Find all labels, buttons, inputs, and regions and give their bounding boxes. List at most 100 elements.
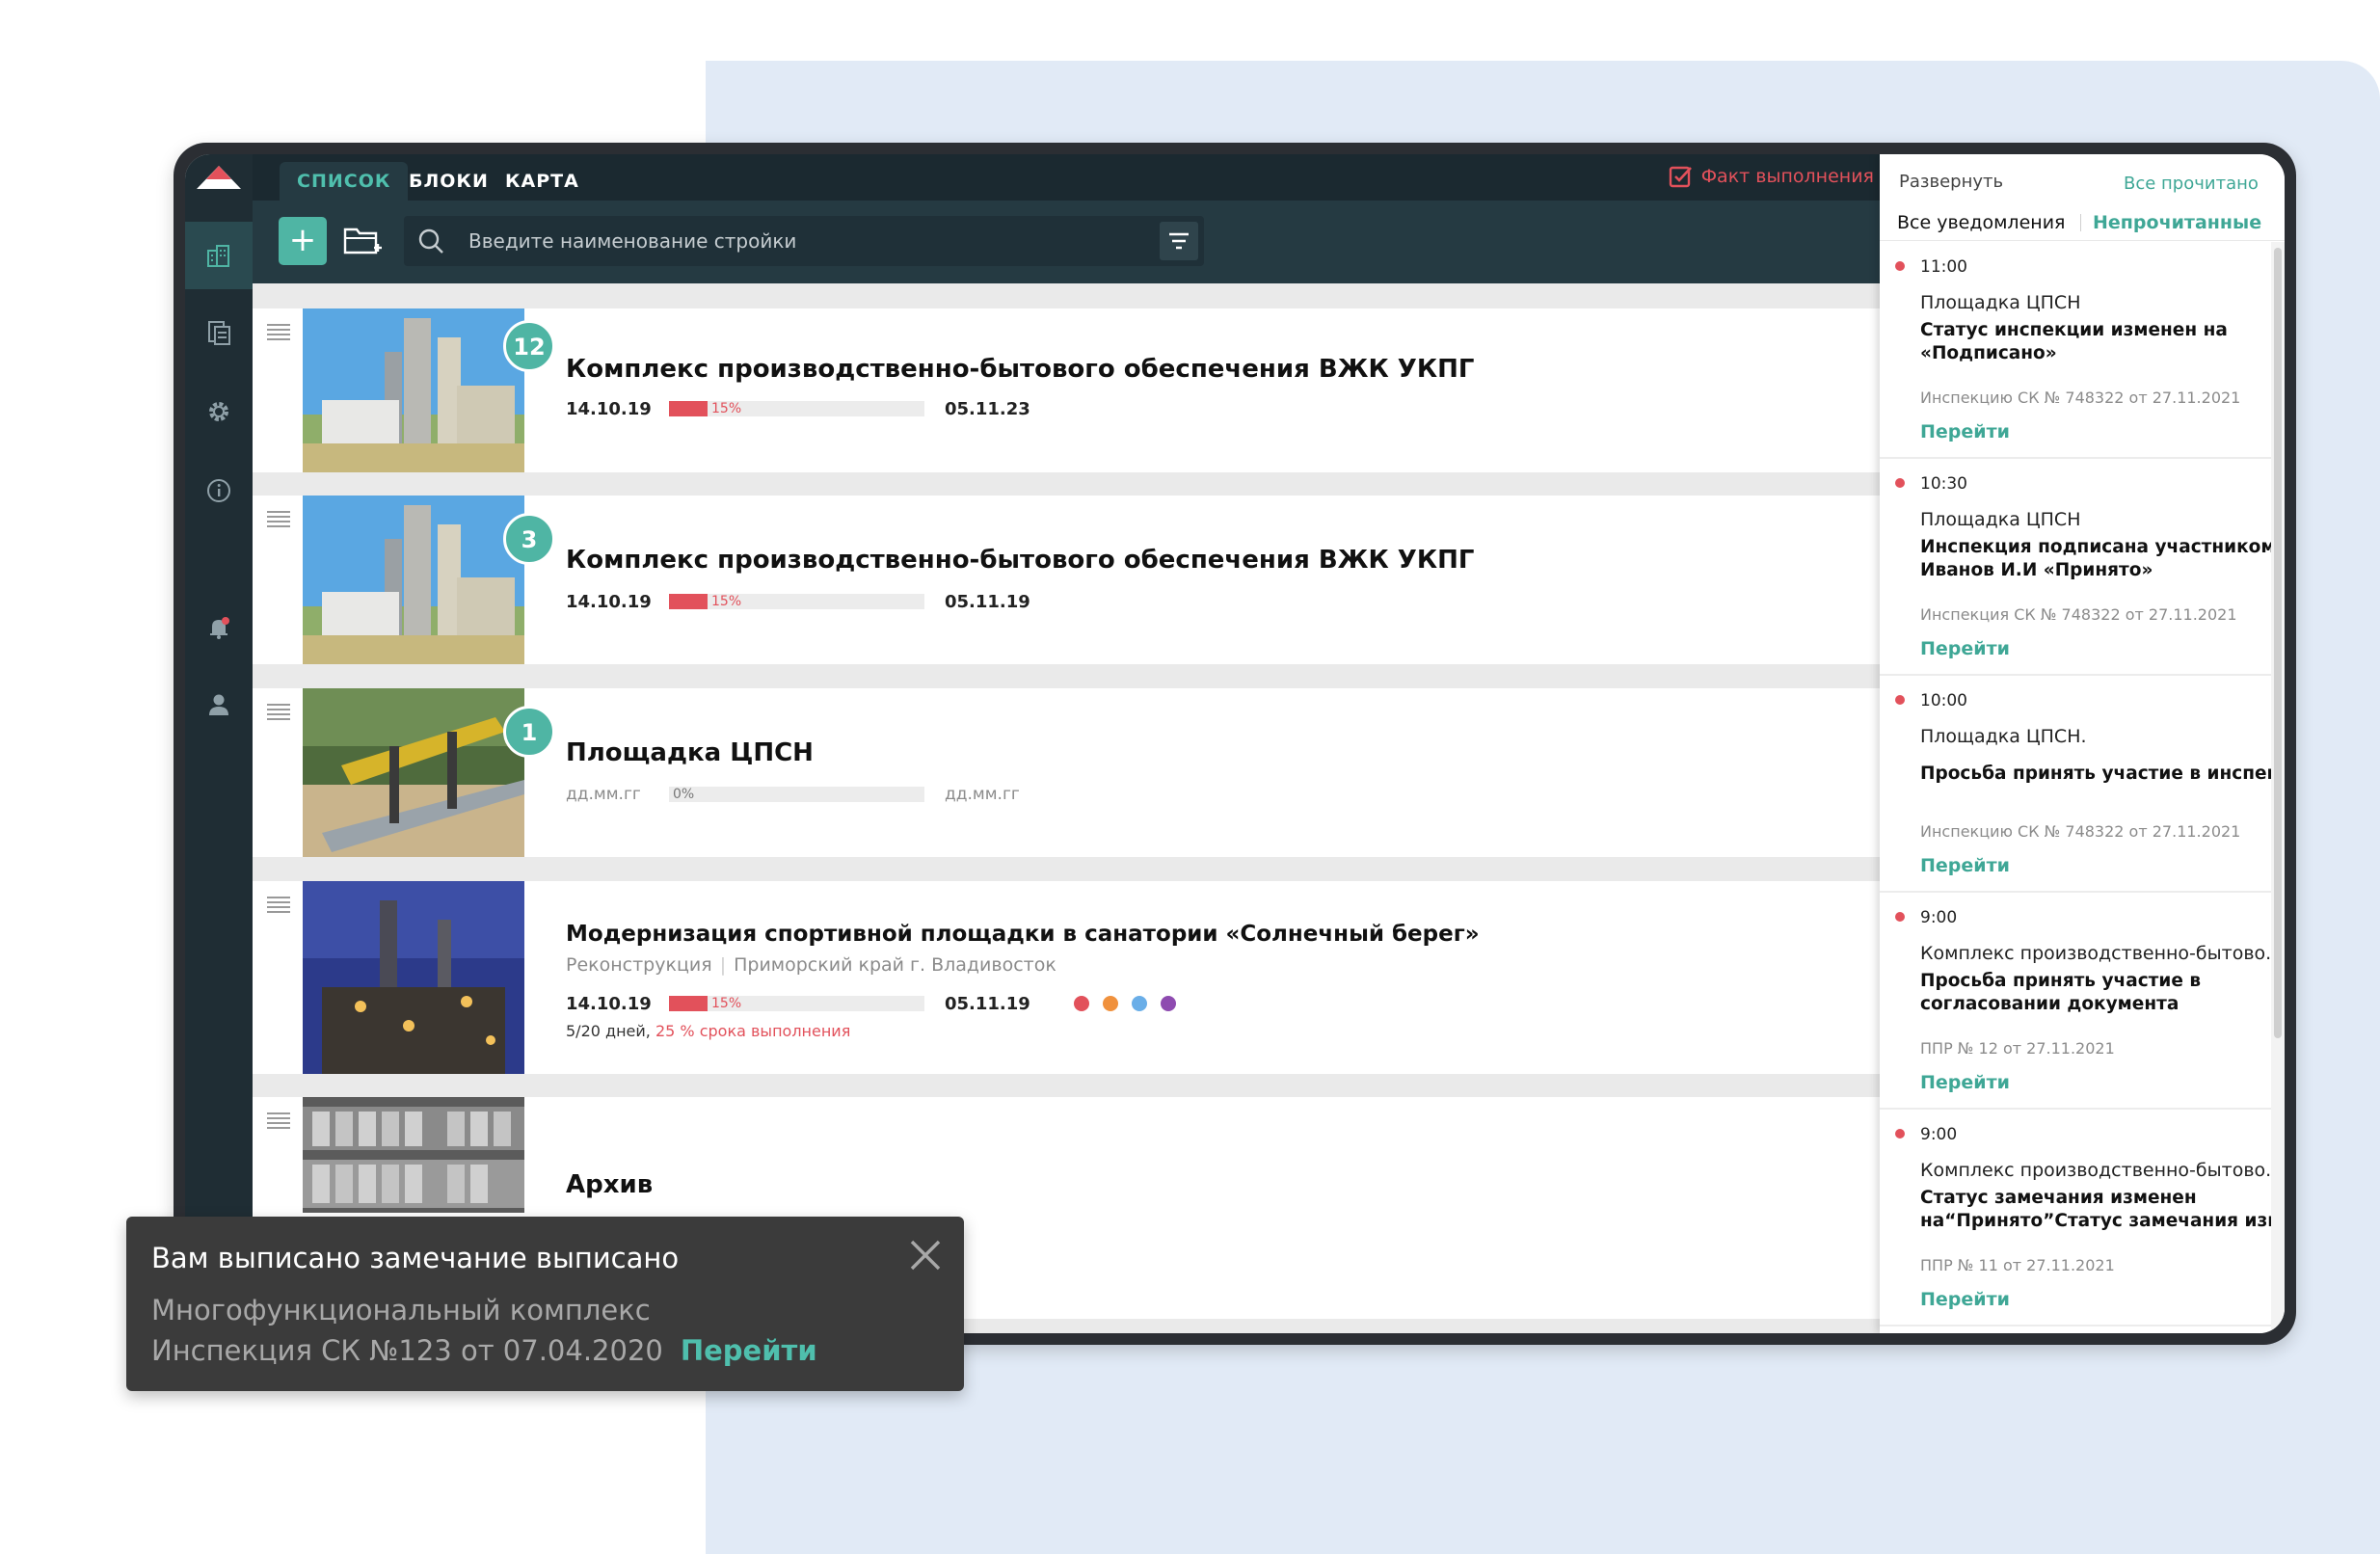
status-dot bbox=[1132, 996, 1147, 1011]
tab-all-notifications[interactable]: Все уведомления bbox=[1897, 212, 2065, 233]
start-date: 14.10.19 bbox=[566, 399, 652, 419]
project-title[interactable]: Архив bbox=[566, 1170, 653, 1199]
notification-item[interactable]: 11:00 Площадка ЦПСН Статус инспекции изм… bbox=[1880, 242, 2271, 459]
top-bar: СПИСОК БЛОКИ КАРТА Факт выполнения bbox=[253, 154, 1880, 201]
notification-place: Площадка ЦПСН bbox=[1920, 509, 2081, 530]
add-object-button[interactable]: + bbox=[279, 217, 327, 265]
toast-title: Вам выписано замечание выписано bbox=[151, 1242, 680, 1274]
progress-label: 0% bbox=[673, 787, 695, 802]
progress-fill bbox=[669, 594, 708, 609]
progress-bar: 0% bbox=[669, 787, 924, 802]
go-to-link[interactable]: Перейти bbox=[1920, 638, 2010, 659]
notification-reference: Инспекцию СК № 748322 от 27.11.2021 bbox=[1920, 822, 2241, 841]
tab-divider bbox=[2080, 214, 2081, 231]
toast-document: Инспекция СК №123 от 07.04.2020 Перейти bbox=[151, 1334, 817, 1367]
app-screen: СПИСОК БЛОКИ КАРТА Факт выполнения + Вве… bbox=[185, 154, 2285, 1333]
scrollbar-thumb[interactable] bbox=[2274, 248, 2282, 1038]
go-to-link[interactable]: Перейти bbox=[1920, 1289, 2010, 1310]
notification-place: Комплекс производственно-бытово.. bbox=[1920, 1160, 2271, 1181]
project-title[interactable]: Модернизация спортивной площадки в санат… bbox=[566, 922, 1480, 947]
user-icon bbox=[209, 694, 228, 715]
mark-all-read-button[interactable]: Все прочитано bbox=[2124, 174, 2259, 194]
toast-go-to-link[interactable]: Перейти bbox=[681, 1334, 817, 1367]
progress-label: 15% bbox=[711, 996, 742, 1011]
progress-bar: 15% bbox=[669, 594, 924, 609]
drag-handle-icon[interactable] bbox=[266, 702, 291, 721]
project-title[interactable]: Комплекс производственно-бытового обеспе… bbox=[566, 546, 1474, 575]
status-dot bbox=[1161, 996, 1176, 1011]
info-icon bbox=[207, 479, 230, 502]
progress-bar: 15% bbox=[669, 401, 924, 416]
notification-message: Инспекция подписана участником: Иванов И… bbox=[1920, 537, 2271, 580]
notification-message: Статус замечания изменен на“Принято”Стат… bbox=[1920, 1188, 2271, 1231]
bell-icon bbox=[210, 617, 229, 639]
notification-place: Площадка ЦПСН. bbox=[1920, 726, 2087, 747]
sidebar-item-documents[interactable] bbox=[185, 299, 253, 366]
notification-item[interactable]: 9:00 Комплекс производственно-бытово.. С… bbox=[1880, 1110, 2271, 1326]
notification-message: Просьба принять участие в инспекции bbox=[1920, 764, 2271, 784]
project-row[interactable]: 1 Площадка ЦПСН дд.мм.гг 0% дд.мм.гг bbox=[253, 688, 1880, 857]
tab-list[interactable]: СПИСОК bbox=[280, 162, 409, 201]
status-dot bbox=[1103, 996, 1118, 1011]
start-date: дд.мм.гг bbox=[566, 785, 641, 804]
project-title[interactable]: Площадка ЦПСН bbox=[566, 738, 814, 767]
expand-button[interactable]: Развернуть bbox=[1899, 172, 2003, 192]
go-to-link[interactable]: Перейти bbox=[1920, 855, 2010, 876]
go-to-link[interactable]: Перейти bbox=[1920, 421, 2010, 442]
unread-dot bbox=[1895, 478, 1905, 488]
count-badge: 3 bbox=[503, 513, 555, 565]
unread-dot bbox=[1895, 261, 1905, 271]
notifications-list: 11:00 Площадка ЦПСН Статус инспекции изм… bbox=[1880, 242, 2271, 1333]
notification-item[interactable]: 9:00 Комплекс производственно-бытово.. П… bbox=[1880, 893, 2271, 1110]
project-location: Приморский край г. Владивосток bbox=[734, 954, 1056, 976]
project-photo bbox=[303, 688, 524, 857]
project-title[interactable]: Комплекс производственно-бытового обеспе… bbox=[566, 355, 1474, 384]
sidebar-item-settings[interactable] bbox=[185, 378, 253, 445]
notifications-header: Развернуть Все прочитано Все уведомления… bbox=[1880, 154, 2285, 241]
project-row[interactable]: 12 Комплекс производственно-бытового обе… bbox=[253, 308, 1880, 472]
progress-fill bbox=[669, 996, 708, 1011]
tab-unread-notifications[interactable]: Непрочитанные bbox=[2093, 212, 2261, 233]
end-date: 05.11.19 bbox=[945, 592, 1030, 612]
drag-handle-icon[interactable] bbox=[266, 1111, 291, 1130]
search-box[interactable]: Введите наименование стройки bbox=[404, 216, 1204, 266]
gear-icon bbox=[209, 402, 228, 421]
progress-label: 15% bbox=[711, 401, 742, 416]
search-input[interactable]: Введите наименование стройки bbox=[468, 216, 796, 266]
notification-item[interactable]: 10:00 Площадка ЦПСН. Просьба принять уча… bbox=[1880, 676, 2271, 893]
notification-reference: ППР № 11 от 27.11.2021 bbox=[1920, 1256, 2115, 1274]
notification-place: Площадка ЦПСН bbox=[1920, 292, 2081, 313]
start-date: 14.10.19 bbox=[566, 994, 652, 1014]
left-sidebar bbox=[185, 154, 253, 1333]
fact-toggle[interactable]: Факт выполнения bbox=[1669, 164, 1874, 189]
notification-item[interactable]: 10:30 Площадка ЦПСН Инспекция подписана … bbox=[1880, 459, 2271, 676]
toast-notification: Вам выписано замечание выписано Многофун… bbox=[126, 1217, 964, 1391]
tab-blocks[interactable]: БЛОКИ bbox=[409, 162, 489, 201]
sidebar-item-notifications[interactable] bbox=[185, 594, 253, 661]
unread-dot bbox=[1895, 912, 1905, 922]
project-list: 12 Комплекс производственно-бытового обе… bbox=[253, 283, 1880, 1333]
drag-handle-icon[interactable] bbox=[266, 509, 291, 528]
sidebar-item-objects[interactable] bbox=[185, 222, 253, 289]
tab-map[interactable]: КАРТА bbox=[505, 162, 579, 201]
sidebar-item-info[interactable] bbox=[185, 457, 253, 524]
close-icon[interactable] bbox=[908, 1238, 943, 1273]
count-badge: 1 bbox=[503, 706, 555, 758]
project-row[interactable]: Модернизация спортивной площадки в санат… bbox=[253, 881, 1880, 1074]
progress-label: 15% bbox=[711, 594, 742, 609]
project-row[interactable]: 3 Комплекс производственно-бытового обес… bbox=[253, 496, 1880, 664]
notification-time: 9:00 bbox=[1920, 1125, 1958, 1144]
drag-handle-icon[interactable] bbox=[266, 895, 291, 914]
go-to-link[interactable]: Перейти bbox=[1920, 1072, 2010, 1093]
add-folder-icon[interactable] bbox=[341, 220, 384, 262]
notification-time: 11:00 bbox=[1920, 257, 1967, 277]
meta-separator: | bbox=[719, 954, 727, 976]
progress-fill bbox=[669, 401, 708, 416]
filter-icon[interactable] bbox=[1160, 222, 1198, 260]
term-percent: 25 % срока выполнения bbox=[655, 1022, 851, 1040]
unread-dot bbox=[1895, 695, 1905, 705]
sidebar-item-profile[interactable] bbox=[185, 671, 253, 738]
project-photo bbox=[303, 881, 524, 1074]
drag-handle-icon[interactable] bbox=[266, 322, 291, 341]
notifications-scrollbar[interactable] bbox=[2271, 242, 2285, 1333]
